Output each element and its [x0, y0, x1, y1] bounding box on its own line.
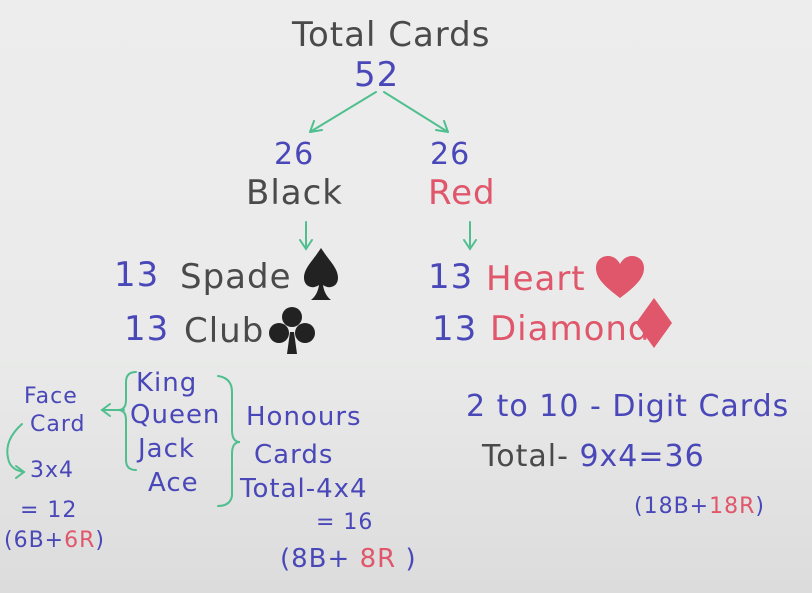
digit-title: 2 to 10 - Digit Cards: [466, 389, 790, 424]
digit-calc-line: Total- 9x4=36: [482, 442, 705, 472]
digit-calc: 9x4=36: [579, 439, 705, 474]
arrow-to-black: [309, 91, 377, 133]
honours-result: = 16: [316, 510, 374, 535]
digit-split-close: ): [755, 494, 765, 519]
club-label: Club: [184, 311, 265, 351]
face-result: = 12: [20, 498, 78, 523]
spade-icon: [304, 248, 338, 300]
club-icon: [269, 307, 315, 354]
honours-split-red: 8R: [359, 544, 397, 574]
face-split: (6B+6R): [4, 530, 105, 552]
arrow-to-calc: [6, 423, 25, 473]
red-count: 26: [430, 137, 471, 172]
honours-label-line2: Cards: [254, 440, 334, 470]
rank-king: King: [136, 368, 198, 398]
total-count: 52: [354, 55, 400, 95]
face-label-line2: Card: [30, 412, 86, 437]
diamond-icon: [636, 298, 672, 348]
face-split-red: 6R: [64, 528, 96, 553]
digit-split-open: (18B+: [634, 494, 710, 519]
honours-label-line1: Honours: [246, 402, 362, 432]
club-count: 13: [124, 309, 170, 349]
ranks-right-bracket: [217, 375, 241, 507]
heart-count: 13: [428, 257, 474, 297]
title: Total Cards: [292, 15, 491, 55]
heart-icon: [596, 256, 644, 298]
whiteboard: Total Cards 52 26 Black 26 Red 13 Spade …: [0, 0, 812, 593]
rank-ace: Ace: [148, 468, 199, 498]
diamond-count: 13: [432, 309, 478, 349]
face-label-line1: Face: [24, 384, 78, 409]
black-label: Black: [246, 173, 343, 213]
face-split-open: (6B+: [4, 528, 65, 553]
honours-split: (8B+ 8R ): [280, 546, 417, 572]
face-calc: 3x4: [30, 458, 75, 483]
face-split-close: ): [95, 528, 105, 553]
honours-calc: Total-4x4: [240, 474, 368, 504]
rank-jack: Jack: [138, 434, 195, 464]
spade-count: 13: [114, 255, 160, 295]
honours-split-close: ): [396, 544, 417, 574]
arrow-to-red: [383, 91, 449, 133]
red-label: Red: [428, 173, 496, 213]
digit-split-red: 18R: [709, 494, 756, 519]
digit-split: (18B+18R): [634, 496, 765, 518]
black-count: 26: [274, 137, 315, 172]
honours-split-open: (8B+: [280, 544, 360, 574]
diamond-label: Diamond: [490, 309, 651, 349]
rank-queen: Queen: [130, 400, 221, 430]
digit-calc-label: Total-: [482, 439, 569, 474]
spade-label: Spade: [180, 257, 292, 297]
heart-label: Heart: [486, 259, 586, 299]
